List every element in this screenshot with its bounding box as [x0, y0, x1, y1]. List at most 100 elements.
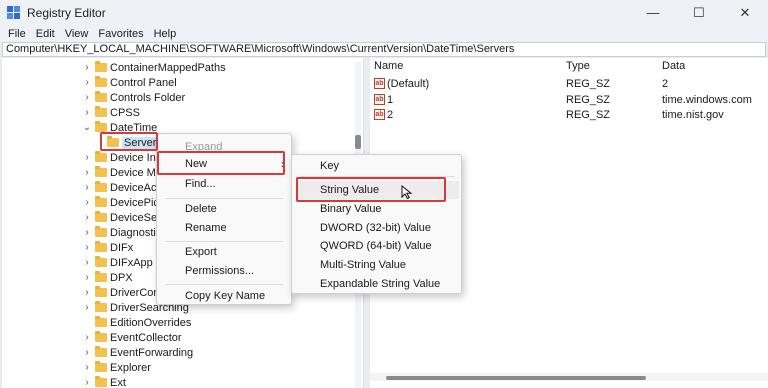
value-row-2-name[interactable]: ab 2 — [374, 107, 393, 122]
menu-item-permissions[interactable]: Permissions... — [185, 262, 254, 280]
menu-separator — [165, 198, 283, 199]
menu-help[interactable]: Help — [149, 28, 182, 40]
column-header-name[interactable]: Name — [374, 60, 403, 74]
string-value-icon: ab — [374, 94, 385, 105]
chevron-down-icon[interactable]: ⌄ — [82, 122, 92, 133]
chevron-right-icon[interactable]: › — [82, 347, 92, 358]
tree-item-label: Explorer — [110, 361, 151, 374]
tree-item[interactable]: › Control Panel — [82, 75, 177, 90]
chevron-right-icon[interactable]: › — [82, 182, 92, 193]
menu-item-copy-key-name[interactable]: Copy Key Name — [185, 287, 265, 305]
value-type: REG_SZ — [566, 77, 611, 90]
tree-item-label: Diagnostic — [110, 226, 162, 239]
folder-icon — [95, 61, 107, 72]
tree-item[interactable]: › Diagnostic — [82, 225, 161, 240]
folder-icon — [95, 211, 107, 222]
chevron-right-icon[interactable]: › — [82, 197, 92, 208]
tree-item[interactable]: EditionOverrides — [82, 315, 191, 330]
chevron-right-icon[interactable]: › — [82, 227, 92, 238]
chevron-right-icon[interactable]: › — [82, 77, 92, 88]
submenu-item-binary-value[interactable]: Binary Value — [320, 200, 382, 218]
menu-favorites[interactable]: Favorites — [93, 28, 148, 40]
tree-item-label: DIFxApp — [110, 256, 153, 269]
tree-item-label: Ext — [110, 376, 126, 388]
tree-item-label: ContainerMappedPaths — [110, 61, 226, 74]
column-header-type[interactable]: Type — [566, 60, 590, 74]
folder-icon — [95, 166, 107, 177]
folder-icon — [95, 121, 107, 132]
tree-item[interactable]: › Explorer — [82, 360, 151, 375]
tree-item[interactable]: › DevicePick — [82, 195, 164, 210]
submenu-item-dword-value[interactable]: DWORD (32-bit) Value — [320, 219, 431, 237]
value-name: (Default) — [387, 77, 430, 90]
tree-item[interactable]: › DIFxApp — [82, 255, 153, 270]
column-header-data[interactable]: Data — [662, 60, 685, 74]
menu-item-find[interactable]: Find... — [185, 175, 216, 193]
chevron-right-icon[interactable]: › — [82, 62, 92, 73]
menu-file[interactable]: File — [3, 28, 31, 40]
menu-item-export[interactable]: Export — [185, 243, 217, 261]
submenu-item-multi-string-value[interactable]: Multi-String Value — [320, 256, 406, 274]
values-hscrollbar-thumb[interactable] — [386, 376, 646, 380]
tree-scrollbar-thumb[interactable] — [355, 135, 361, 149]
folder-icon — [95, 241, 107, 252]
submenu-item-expandable-string-value[interactable]: Expandable String Value — [320, 275, 440, 293]
folder-icon — [95, 256, 107, 267]
menu-view[interactable]: View — [60, 28, 94, 40]
tree-item[interactable]: › DriverConf — [82, 285, 163, 300]
tree-item[interactable]: › Ext — [82, 375, 126, 388]
tree-item[interactable]: › ContainerMappedPaths — [82, 60, 226, 75]
address-bar[interactable]: Computer\HKEY_LOCAL_MACHINE\SOFTWARE\Mic… — [2, 42, 766, 57]
folder-icon — [95, 271, 107, 282]
string-value-icon: ab — [374, 78, 385, 89]
tree-item[interactable]: › Controls Folder — [82, 90, 185, 105]
chevron-right-icon[interactable]: › — [82, 302, 92, 313]
value-data: time.nist.gov — [662, 108, 724, 121]
tree-item[interactable]: › CPSS — [82, 105, 140, 120]
minimize-button[interactable]: — — [630, 0, 676, 25]
tree-item[interactable]: › Device Me — [82, 165, 162, 180]
highlight-new — [157, 151, 285, 175]
chevron-right-icon[interactable]: › — [82, 212, 92, 223]
chevron-right-icon[interactable]: › — [82, 242, 92, 253]
new-submenu: Key String Value Binary Value DWORD (32-… — [291, 154, 462, 294]
menu-edit[interactable]: Edit — [31, 28, 60, 40]
folder-icon — [95, 226, 107, 237]
submenu-item-key[interactable]: Key — [320, 157, 339, 175]
tree-item[interactable]: › EventForwarding — [82, 345, 193, 360]
tree-item-label: Control Panel — [110, 76, 177, 89]
tree-item[interactable]: › Device Inst — [82, 150, 164, 165]
chevron-right-icon[interactable]: › — [82, 332, 92, 343]
submenu-item-qword-value[interactable]: QWORD (64-bit) Value — [320, 237, 432, 255]
chevron-right-icon[interactable]: › — [82, 362, 92, 373]
tree-item-label: EventCollector — [110, 331, 182, 344]
folder-icon — [95, 181, 107, 192]
folder-icon — [95, 346, 107, 357]
menu-item-delete[interactable]: Delete — [185, 200, 217, 218]
chevron-right-icon[interactable]: › — [82, 272, 92, 283]
menu-bar: File Edit View Favorites Help — [0, 25, 768, 42]
tree-item[interactable]: › DIFx — [82, 240, 133, 255]
value-row-default-name[interactable]: ab (Default) — [374, 76, 429, 91]
chevron-right-icon[interactable]: › — [82, 377, 92, 388]
folder-icon — [95, 361, 107, 372]
chevron-right-icon[interactable]: › — [82, 257, 92, 268]
tree-item[interactable]: › DeviceSetu — [82, 210, 166, 225]
value-data: 2 — [662, 77, 669, 90]
tree-item-label: Controls Folder — [110, 91, 186, 104]
chevron-right-icon[interactable]: › — [82, 107, 92, 118]
value-row-1-name[interactable]: ab 1 — [374, 92, 393, 107]
title-bar: Registry Editor — ☐ ✕ — [0, 0, 768, 25]
tree-item[interactable]: › EventCollector — [82, 330, 182, 345]
chevron-right-icon[interactable]: › — [82, 92, 92, 103]
chevron-right-icon[interactable]: › — [82, 287, 92, 298]
chevron-right-icon[interactable]: › — [82, 167, 92, 178]
tree-item[interactable]: › DPX — [82, 270, 133, 285]
menu-item-rename[interactable]: Rename — [185, 219, 227, 237]
close-button[interactable]: ✕ — [722, 0, 768, 25]
tree-item-label: DriverConf — [110, 286, 163, 299]
chevron-right-icon[interactable]: › — [82, 152, 92, 163]
maximize-button[interactable]: ☐ — [676, 0, 722, 25]
tree-item-label: EventForwarding — [110, 346, 194, 359]
folder-icon — [95, 376, 107, 387]
